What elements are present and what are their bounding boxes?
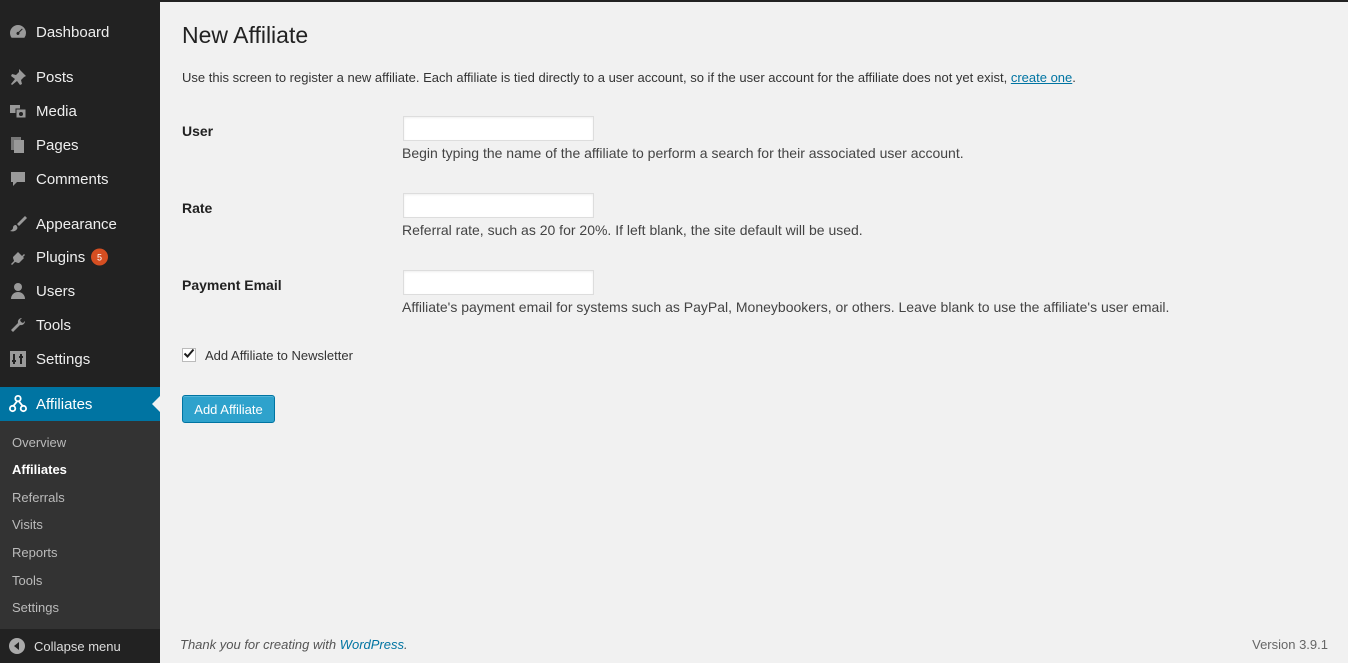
collapse-menu-label: Collapse menu (34, 639, 121, 654)
submenu-item-overview[interactable]: Overview (12, 435, 66, 450)
menu-item-dashboard[interactable]: Dashboard (0, 15, 160, 49)
affiliates-icon (9, 395, 27, 413)
rate-input[interactable] (403, 193, 594, 218)
comment-icon (9, 170, 27, 188)
rate-label: Rate (182, 200, 213, 216)
page-title: New Affiliate (182, 22, 309, 48)
menu-label: Posts (36, 68, 74, 86)
user-icon (9, 282, 27, 300)
menu-item-plugins[interactable]: Plugins 5 (0, 240, 160, 274)
intro-text: Use this screen to register a new affili… (182, 70, 1076, 85)
rate-description: Referral rate, such as 20 for 20%. If le… (402, 222, 863, 238)
update-count-badge: 5 (91, 248, 108, 266)
menu-label: Dashboard (36, 23, 110, 41)
submenu-item-affiliates[interactable]: Affiliates (12, 462, 67, 477)
submenu-item-settings[interactable]: Settings (12, 600, 59, 615)
newsletter-label[interactable]: Add Affiliate to Newsletter (205, 348, 353, 363)
plugin-icon (9, 248, 27, 266)
submenu-item-visits[interactable]: Visits (12, 517, 43, 532)
footer-thanks-text: Thank you for creating with (180, 637, 340, 652)
affiliates-submenu: Overview Affiliates Referrals Visits Rep… (0, 421, 160, 629)
intro-description: Use this screen to register a new affili… (182, 70, 1011, 85)
footer-thanks: Thank you for creating with WordPress. (180, 637, 408, 652)
payment-email-label: Payment Email (182, 277, 282, 293)
menu-label: Appearance (36, 215, 117, 233)
newsletter-checkbox[interactable] (182, 348, 196, 362)
menu-item-settings[interactable]: Settings (0, 342, 160, 376)
menu-label: Comments (36, 170, 109, 188)
footer-period: . (404, 637, 408, 652)
brush-icon (9, 215, 27, 233)
menu-item-pages[interactable]: Pages (0, 128, 160, 162)
menu-label: Plugins (36, 248, 86, 266)
menu-item-appearance[interactable]: Appearance (0, 207, 160, 241)
user-label: User (182, 123, 214, 139)
menu-label: Media (36, 102, 77, 120)
create-user-link[interactable]: create one (1011, 70, 1072, 85)
menu-item-tools[interactable]: Tools (0, 308, 160, 342)
pin-icon (9, 68, 27, 86)
checkmark-icon (183, 346, 195, 364)
wrench-icon (9, 316, 27, 334)
footer-version: Version 3.9.1 (1252, 637, 1328, 652)
menu-label: Settings (36, 350, 91, 368)
payment-email-input[interactable] (403, 270, 594, 295)
menu-item-comments[interactable]: Comments (0, 162, 160, 196)
collapse-arrow-icon (9, 638, 25, 657)
menu-label: Affiliates (36, 395, 93, 413)
pages-icon (9, 136, 27, 154)
menu-item-affiliates[interactable]: Affiliates (0, 387, 160, 421)
admin-sidebar: Dashboard Posts Media Pages Comments App… (0, 0, 160, 663)
wordpress-link[interactable]: WordPress (340, 637, 404, 652)
add-affiliate-button[interactable]: Add Affiliate (182, 395, 275, 423)
submenu-item-tools[interactable]: Tools (12, 573, 42, 588)
submenu-item-reports[interactable]: Reports (12, 545, 58, 560)
intro-period: . (1072, 70, 1076, 85)
media-icon (9, 102, 27, 120)
menu-label: Users (36, 282, 76, 300)
submenu-item-referrals[interactable]: Referrals (12, 490, 65, 505)
settings-icon (9, 350, 27, 368)
payment-email-description: Affiliate's payment email for systems su… (402, 299, 1170, 315)
main-content: New Affiliate Use this screen to registe… (182, 0, 1332, 663)
user-search-input[interactable] (403, 116, 594, 141)
user-description: Begin typing the name of the affiliate t… (402, 145, 964, 161)
menu-label: Tools (36, 316, 72, 334)
menu-label: Pages (36, 136, 79, 154)
menu-item-posts[interactable]: Posts (0, 60, 160, 94)
menu-item-media[interactable]: Media (0, 94, 160, 128)
collapse-menu-button[interactable]: Collapse menu (0, 629, 160, 663)
dashboard-icon (9, 23, 27, 41)
menu-item-users[interactable]: Users (0, 274, 160, 308)
